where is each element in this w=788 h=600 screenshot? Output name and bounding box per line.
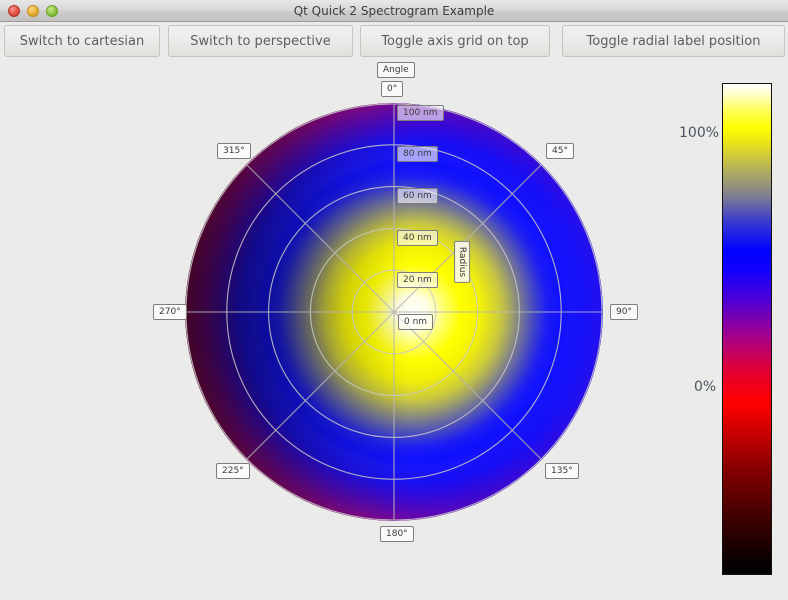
polar-plot[interactable] (185, 103, 603, 521)
application-window: Qt Quick 2 Spectrogram Example Switch to… (0, 0, 788, 600)
window-title: Qt Quick 2 Spectrogram Example (293, 4, 495, 18)
toggle-axis-grid-button[interactable]: Toggle axis grid on top (360, 25, 550, 57)
angle-tick-270: 270° (153, 304, 187, 320)
spectrogram-chart[interactable]: Angle Radius 0° 45° 90° 135° 180° 225° 2… (0, 61, 788, 600)
radius-tick-80: 80 nm (397, 146, 438, 162)
switch-to-cartesian-button[interactable]: Switch to cartesian (4, 25, 160, 57)
angle-tick-45: 45° (546, 143, 574, 159)
color-legend-gradient (723, 84, 771, 574)
radius-tick-20: 20 nm (397, 272, 438, 288)
toolbar: Switch to cartesian Switch to perspectiv… (0, 22, 788, 61)
radius-tick-40: 40 nm (397, 230, 438, 246)
angle-axis-title: Angle (377, 62, 415, 78)
angle-tick-135: 135° (545, 463, 579, 479)
title-bar: Qt Quick 2 Spectrogram Example (0, 0, 788, 22)
radius-tick-100: 100 nm (397, 105, 444, 121)
angle-tick-315: 315° (217, 143, 251, 159)
angle-tick-180: 180° (380, 526, 414, 542)
heatmap-svg (185, 103, 603, 521)
toggle-radial-label-button[interactable]: Toggle radial label position (562, 25, 785, 57)
radius-axis-title: Radius (454, 240, 471, 284)
radius-tick-0: 0 nm (398, 314, 434, 330)
color-legend (722, 83, 772, 575)
radius-tick-60: 60 nm (397, 188, 438, 204)
polar-heatmap-surface (185, 103, 603, 521)
angle-tick-0: 0° (381, 81, 404, 97)
switch-to-perspective-button[interactable]: Switch to perspective (168, 25, 353, 57)
angle-tick-90: 90° (610, 304, 638, 320)
angle-tick-225: 225° (216, 463, 250, 479)
